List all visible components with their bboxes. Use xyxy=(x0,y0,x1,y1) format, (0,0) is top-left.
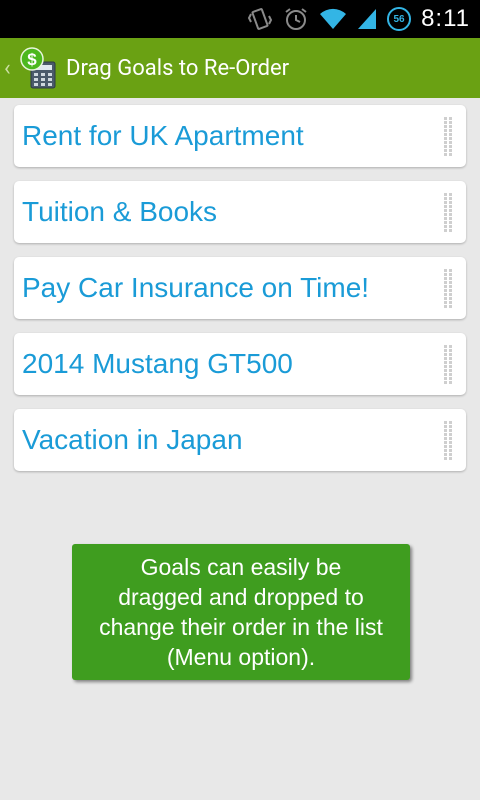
goal-label: 2014 Mustang GT500 xyxy=(22,348,293,379)
status-icons: 56 8:11 xyxy=(247,0,470,38)
list-item[interactable]: Tuition & Books xyxy=(14,181,466,243)
drag-handle-icon[interactable] xyxy=(444,345,456,385)
hint-line: (Menu option). xyxy=(166,644,316,670)
wifi-icon xyxy=(320,8,347,29)
hint-line: dragged and dropped to xyxy=(118,584,364,610)
hint-toast: Goals can easily be dragged and dropped … xyxy=(72,544,410,680)
goal-label: Pay Car Insurance on Time! xyxy=(22,272,370,303)
drag-handle-icon[interactable] xyxy=(444,269,456,309)
action-bar: ‹ $ Drag Goals to Re-Order xyxy=(0,38,480,98)
goal-list: Rent for UK Apartment Tuition & Books Pa… xyxy=(14,105,466,485)
hint-line: change their order in the list xyxy=(99,614,383,640)
drag-handle-icon[interactable] xyxy=(444,193,456,233)
svg-text:$: $ xyxy=(27,50,37,69)
goal-label: Rent for UK Apartment xyxy=(22,120,304,151)
alarm-icon xyxy=(285,8,307,30)
dollar-calculator-icon[interactable]: $ xyxy=(18,46,58,90)
list-item[interactable]: Rent for UK Apartment xyxy=(14,105,466,167)
vibrate-icon xyxy=(247,8,273,30)
goal-label: Vacation in Japan xyxy=(22,424,243,455)
back-chevron-icon[interactable]: ‹ xyxy=(4,56,16,81)
drag-handle-icon[interactable] xyxy=(444,117,456,157)
list-item[interactable]: Vacation in Japan xyxy=(14,409,466,471)
status-time: 8:11 xyxy=(421,5,470,32)
cell-signal-icon xyxy=(358,9,377,29)
drag-handle-icon[interactable] xyxy=(444,421,456,461)
status-bar: 56 8:11 xyxy=(0,0,480,38)
hint-line: Goals can easily be xyxy=(140,554,342,580)
battery-icon: 56 xyxy=(387,7,412,31)
goal-label: Tuition & Books xyxy=(22,196,218,227)
page-title: Drag Goals to Re-Order xyxy=(66,55,290,81)
list-item[interactable]: Pay Car Insurance on Time! xyxy=(14,257,466,319)
list-item[interactable]: 2014 Mustang GT500 xyxy=(14,333,466,395)
